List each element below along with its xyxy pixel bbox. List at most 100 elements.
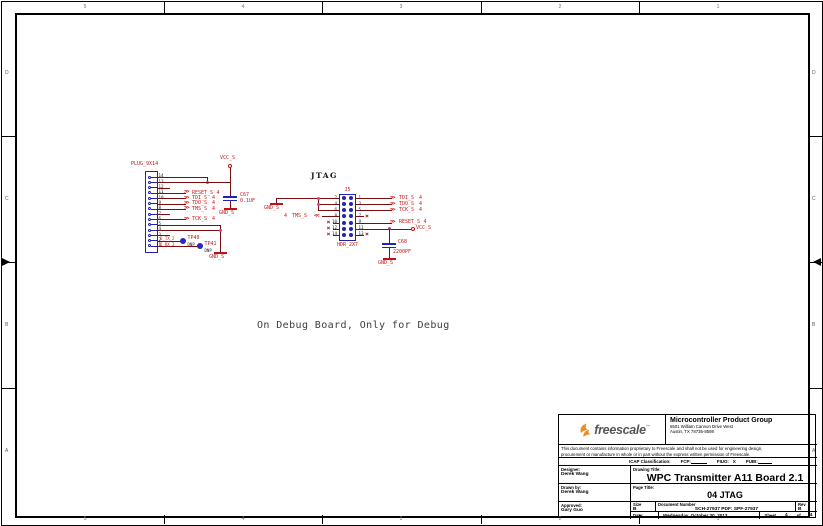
jtag-pin: [349, 232, 353, 237]
net-label-gnd: GND_S: [219, 209, 235, 216]
net-label-dtx: D_TX_2: [160, 236, 175, 242]
center-marker: [2, 258, 10, 266]
disclaimer-line-2: procurement or manufacture in whole or i…: [561, 451, 751, 457]
wire: [389, 228, 390, 244]
zone-tick: [1, 388, 15, 389]
net-label-tck: TCK_S: [192, 216, 208, 223]
offpage-arrow: >>: [390, 206, 396, 213]
center-marker: [813, 258, 821, 266]
zone-row-label: C: [5, 196, 9, 202]
zone-tick: [808, 388, 822, 389]
date-value: Wednesday, October 30, 2013: [663, 513, 728, 518]
zone-row-label: B: [812, 322, 816, 328]
zone-col-label: 4: [241, 516, 245, 522]
zone-row-label: D: [812, 70, 816, 76]
wire: [157, 203, 186, 205]
disclaimer: This document contains information propr…: [559, 445, 817, 458]
drawing-title: WPC Transmitter A11 Board 2.1: [646, 472, 804, 484]
wire: [157, 177, 207, 178]
page-title-cell: Page Title: 04 JTAG: [631, 484, 817, 502]
wire: [318, 204, 339, 206]
net-label-vcc: VCC_S: [220, 154, 236, 161]
net-label-tck: TCK_S: [399, 207, 415, 214]
zone-tick: [1, 136, 15, 137]
zone-tick: [164, 1, 165, 13]
zone-tick: [481, 1, 482, 13]
jtag-pin: [349, 226, 353, 231]
org-cell: Microcontroller Product Group 6501 Willi…: [666, 415, 817, 445]
wire: [157, 224, 220, 226]
freescale-logo-icon: [580, 423, 591, 437]
sheet-ref: 4: [216, 189, 220, 196]
fiuo-label: FIUO:: [716, 459, 729, 464]
wire: [157, 214, 170, 216]
zone-tick: [322, 1, 323, 13]
wire: [356, 216, 364, 218]
zone-col-label: 3: [399, 4, 403, 10]
jtag-pin: [342, 220, 346, 225]
wire: [389, 248, 390, 258]
fiuo-value: X: [732, 459, 736, 464]
zone-col-label: 5: [83, 516, 87, 522]
junction-dot: [316, 197, 320, 200]
docnum-cell: Document Number SCH-27937 PDF: SPF-27937: [656, 502, 795, 512]
zone-col-label: 4: [241, 4, 245, 10]
zone-row-label: B: [5, 322, 9, 328]
date-label-cell: Date:: [631, 512, 658, 519]
title-block: freescale™ Microcontroller Product Group…: [558, 414, 817, 519]
wire: [157, 208, 186, 210]
size-cell: Size B: [631, 502, 656, 512]
schematic-page: 5 4 3 2 1 5 4 3 2 1 D C B A D C B A PLUG…: [0, 0, 823, 526]
pubi-label: PUBI:: [745, 459, 758, 464]
net-label-tms: TMS_S: [292, 213, 308, 220]
wire: [356, 234, 364, 236]
approved-cell: Approved: Gary Guo: [559, 502, 631, 519]
sheet-total: 4: [809, 512, 813, 518]
net-label-gnd: GND_S: [378, 259, 394, 266]
sheet-ref: 4: [212, 205, 216, 212]
net-label-drx: D_RX_2: [160, 241, 175, 247]
wire: [230, 167, 231, 183]
sheet-ref: 4: [212, 216, 216, 223]
debug-note: On Debug Board, Only for Debug: [257, 320, 450, 331]
tp40-refdes: TP40: [187, 235, 200, 242]
drawn-by-name: Derek Wang: [561, 490, 589, 495]
zone-row-label: C: [812, 196, 816, 202]
sheet-label: Sheet: [764, 513, 776, 518]
c67-refdes: C67: [240, 191, 250, 198]
junction-dot: [218, 228, 222, 232]
wire: [356, 204, 392, 206]
wire: [318, 210, 339, 212]
org-address-2: Austin, TX 78735-8598: [670, 428, 714, 434]
no-connect-x: ×: [326, 230, 331, 239]
zone-tick: [322, 515, 323, 524]
wire: [356, 210, 392, 212]
zone-tick: [639, 1, 640, 13]
wire: [157, 230, 220, 231]
jtag-pin: [342, 232, 346, 237]
date-label: Date:: [633, 513, 644, 518]
net-label-vcc: VCC_S: [416, 225, 432, 231]
tp41-dnp: DNP: [204, 247, 212, 253]
wire: [333, 222, 339, 224]
drawing-title-cell: Drawing Title: WPC Transmitter A11 Board…: [631, 466, 817, 484]
fcp-blank: [690, 459, 707, 464]
zone-tick: [808, 136, 822, 137]
offpage-arrow: >>: [184, 205, 190, 212]
designer-name: Derek Wang: [561, 472, 589, 477]
jtag-section-title: JTAG: [311, 171, 338, 180]
zone-row-label: A: [5, 448, 9, 454]
plug-refdes: PLUG_9X14: [131, 161, 159, 167]
capacitor-c68: [382, 243, 396, 245]
zone-row-label: D: [5, 70, 9, 76]
zone-col-label: 2: [558, 4, 562, 10]
capacitor-c67: [223, 196, 237, 198]
junction-dot: [316, 203, 320, 206]
sheet-of-label: of: [796, 513, 801, 518]
jtag-pin: [342, 226, 346, 231]
freescale-wordmark: freescale: [594, 422, 646, 437]
wire: [157, 219, 186, 221]
zone-col-label: 5: [83, 4, 87, 10]
icap-label: ICAP Classification:: [629, 459, 671, 464]
tp41-refdes: TP41: [204, 241, 217, 248]
